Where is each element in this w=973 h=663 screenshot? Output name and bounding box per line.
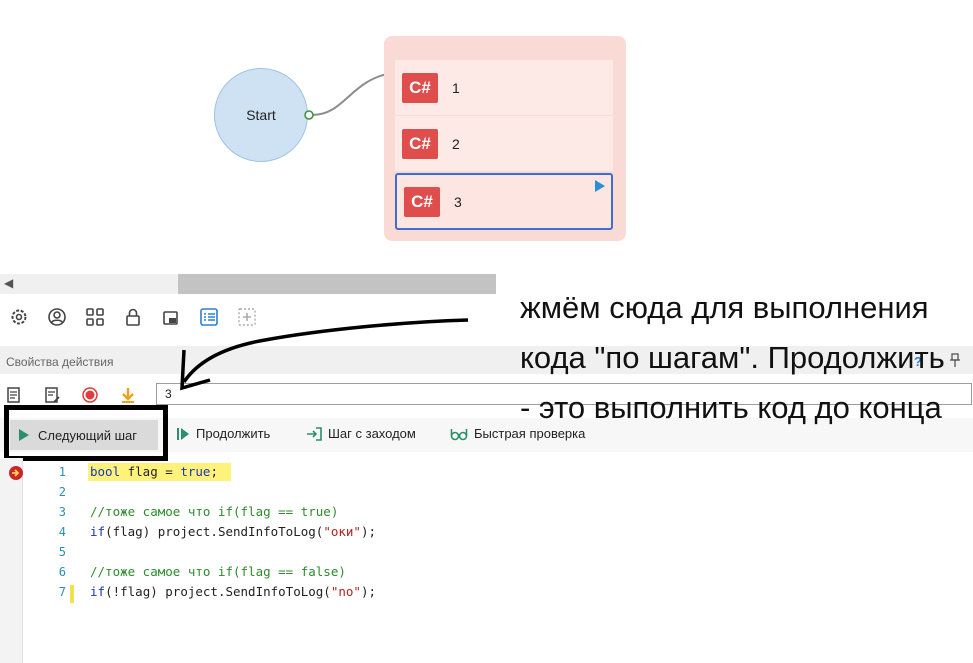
- annotation-text: жмём сюда для выполнения кода "по шагам"…: [520, 290, 945, 425]
- step-into-icon: [307, 426, 322, 441]
- action-label: 1: [452, 79, 460, 96]
- glasses-icon: [450, 428, 468, 440]
- annotation-arrow: [180, 318, 469, 391]
- continue-label: Продолжить: [196, 426, 271, 441]
- lock-icon[interactable]: [114, 301, 152, 333]
- highlight-box: [4, 405, 168, 461]
- editor-gutter[interactable]: [0, 458, 23, 663]
- breakpoint-icon[interactable]: [9, 466, 23, 480]
- code-line[interactable]: if(!flag) project.SendInfoToLog("no");: [90, 584, 376, 599]
- gear-icon[interactable]: [0, 301, 38, 333]
- step-into-label: Шаг с заходом: [328, 426, 416, 441]
- play-marker-icon: [595, 180, 605, 192]
- line-number: 6: [58, 565, 66, 579]
- start-label: Start: [246, 107, 276, 123]
- start-node[interactable]: Start: [214, 68, 308, 162]
- csharp-icon: C#: [402, 72, 438, 103]
- action-block-2[interactable]: C# 2: [395, 116, 613, 171]
- code-line[interactable]: bool flag = true;: [90, 464, 218, 479]
- record-icon[interactable]: [78, 383, 102, 407]
- line-number: 1: [58, 465, 66, 479]
- csharp-icon: C#: [402, 128, 438, 159]
- continue-button[interactable]: Продолжить: [176, 426, 270, 441]
- csharp-icon: C#: [404, 186, 440, 217]
- properties-title: Свойства действия: [6, 355, 114, 369]
- document-icon[interactable]: [2, 383, 26, 407]
- download-icon[interactable]: [116, 383, 140, 407]
- line-number: 7: [58, 585, 66, 599]
- document-edit-icon[interactable]: [40, 383, 64, 407]
- scroll-left-icon[interactable]: ◀: [4, 276, 13, 290]
- line-number: 3: [58, 505, 66, 519]
- user-icon[interactable]: [38, 301, 76, 333]
- grid-icon[interactable]: [76, 301, 114, 333]
- code-line[interactable]: //тоже самое что if(flag == false): [90, 564, 346, 579]
- line-number: 5: [58, 545, 66, 559]
- continue-icon: [177, 427, 189, 440]
- step-into-button[interactable]: Шаг с заходом: [306, 426, 416, 441]
- line-number: 4: [58, 525, 66, 539]
- code-line[interactable]: if(flag) project.SendInfoToLog("оки");: [90, 524, 376, 539]
- action-label: 3: [454, 193, 462, 210]
- action-label: 2: [452, 135, 460, 152]
- code-line[interactable]: //тоже самое что if(flag == true): [90, 504, 338, 519]
- action-block-1[interactable]: C# 1: [395, 60, 613, 115]
- action-block-3[interactable]: C# 3: [395, 173, 613, 230]
- changed-line-marker: [70, 585, 74, 603]
- line-number: 2: [58, 485, 66, 499]
- scrollbar-thumb[interactable]: [178, 274, 496, 294]
